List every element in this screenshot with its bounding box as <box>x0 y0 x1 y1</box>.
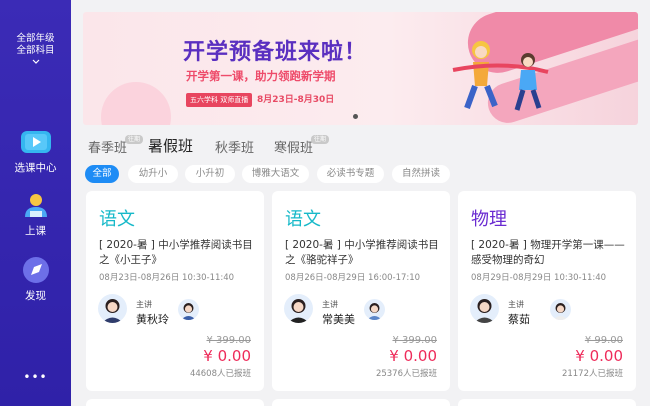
carousel-indicator[interactable] <box>353 114 358 119</box>
play-icon <box>19 127 53 157</box>
banner-tag: 五六学科 双师直播 <box>186 93 253 107</box>
banner-subtitle: 开学第一课，助力领跑新学期 <box>186 69 336 83</box>
nav-label: 上课 <box>25 225 46 237</box>
nav-course-center[interactable]: 选课中心 <box>0 127 71 175</box>
course-title: [ 2020-暑 ] 中小学推荐阅读书目之《小王子》 <box>99 239 253 266</box>
teacher-name: 蔡茹 <box>508 313 530 326</box>
runners-illustration <box>452 41 549 111</box>
promo-banner[interactable]: 开学预备班来啦！ 开学第一课，助力领跑新学期 五六学科 双师直播 8月23日-8… <box>83 12 638 125</box>
course-subject: 语文 <box>99 209 135 230</box>
original-price: ¥ 99.00 <box>584 335 623 346</box>
chip-all[interactable]: 全部 <box>85 165 119 183</box>
grade-subject-selector[interactable]: 全部年级 全部科目 <box>0 33 71 67</box>
teacher-role: 主讲 <box>508 300 524 309</box>
teacher-avatar <box>98 294 127 323</box>
enrolled-count: 25376人已报班 <box>375 369 437 379</box>
tab-label: 暑假班 <box>148 137 194 155</box>
chip-chinese[interactable]: 博雅大语文 <box>242 165 309 183</box>
past-badge: 往期 <box>125 135 144 144</box>
subject-label: 全部科目 <box>16 45 55 56</box>
course-subject: 语文 <box>285 209 321 230</box>
course-card[interactable]: 语文 [ 2020-暑 ] 中小学推荐阅读书目之《骆驼祥子》 08月26日-08… <box>272 191 450 391</box>
course-card-peek[interactable] <box>458 399 636 406</box>
sidebar: 全部年级 全部科目 选课中心 上课 发现 ••• <box>0 0 71 406</box>
nav-label: 发现 <box>25 290 46 302</box>
course-date: 08月26日-08月29日 16:00-17:10 <box>285 273 421 283</box>
tab-summer[interactable]: 暑假班 <box>148 135 193 156</box>
teacher-name: 黄秋玲 <box>136 313 169 326</box>
teacher-role: 主讲 <box>322 300 338 309</box>
course-price: ¥ 0.00 <box>203 347 251 365</box>
course-date: 08月23日-08月26日 10:30-11:40 <box>99 273 235 283</box>
course-price: ¥ 0.00 <box>389 347 437 365</box>
assistant-avatar <box>178 299 199 320</box>
course-card[interactable]: 物理 [ 2020-暑 ] 物理开学第一课——感受物理的奇幻 08月29日-08… <box>458 191 636 391</box>
assistant-avatar <box>550 299 571 320</box>
course-subject: 物理 <box>471 209 507 230</box>
chip-phonics[interactable]: 自然拼读 <box>392 165 450 183</box>
teacher-avatar <box>284 294 313 323</box>
course-title: [ 2020-暑 ] 物理开学第一课——感受物理的奇幻 <box>471 239 625 266</box>
past-badge: 往期 <box>311 135 330 144</box>
enrolled-count: 21172人已报班 <box>561 369 623 379</box>
course-title: [ 2020-暑 ] 中小学推荐阅读书目之《骆驼祥子》 <box>285 239 439 266</box>
enrolled-count: 44608人已报班 <box>189 369 251 379</box>
teacher-role: 主讲 <box>136 300 152 309</box>
assistant-avatar <box>364 299 385 320</box>
tab-label: 春季班 <box>88 141 128 156</box>
original-price: ¥ 399.00 <box>392 335 437 346</box>
more-icon[interactable]: ••• <box>0 370 71 384</box>
course-price: ¥ 0.00 <box>575 347 623 365</box>
nav-label: 选课中心 <box>14 162 57 174</box>
teacher-name: 常美美 <box>322 313 355 326</box>
chip-reading[interactable]: 必读书专题 <box>317 165 384 183</box>
tab-label: 秋季班 <box>215 141 255 156</box>
nav-class[interactable]: 上课 <box>0 190 71 238</box>
tab-autumn[interactable]: 秋季班 <box>215 137 254 156</box>
user-icon <box>19 190 53 220</box>
chip-primary-to-middle[interactable]: 小升初 <box>185 165 235 183</box>
grade-label: 全部年级 <box>16 33 55 44</box>
chevron-down-icon <box>0 58 71 67</box>
banner-dates: 8月23日-8月30日 <box>257 95 335 105</box>
banner-title: 开学预备班来啦！ <box>183 40 368 65</box>
tab-spring[interactable]: 春季班 往期 <box>88 135 144 156</box>
nav-discover[interactable]: 发现 <box>0 255 71 303</box>
compass-icon <box>19 255 53 285</box>
course-card-peek[interactable] <box>272 399 450 406</box>
course-card[interactable]: 语文 [ 2020-暑 ] 中小学推荐阅读书目之《小王子》 08月23日-08月… <box>86 191 264 391</box>
teacher-avatar <box>470 294 499 323</box>
chip-kindergarten-to-primary[interactable]: 幼升小 <box>128 165 178 183</box>
course-card-peek[interactable] <box>86 399 264 406</box>
original-price: ¥ 399.00 <box>206 335 251 346</box>
course-date: 08月29日-08月29日 10:30-11:40 <box>471 273 607 283</box>
tab-winter[interactable]: 寒假班 往期 <box>274 135 330 156</box>
banner-decoration <box>101 82 171 125</box>
tab-label: 寒假班 <box>274 141 314 156</box>
